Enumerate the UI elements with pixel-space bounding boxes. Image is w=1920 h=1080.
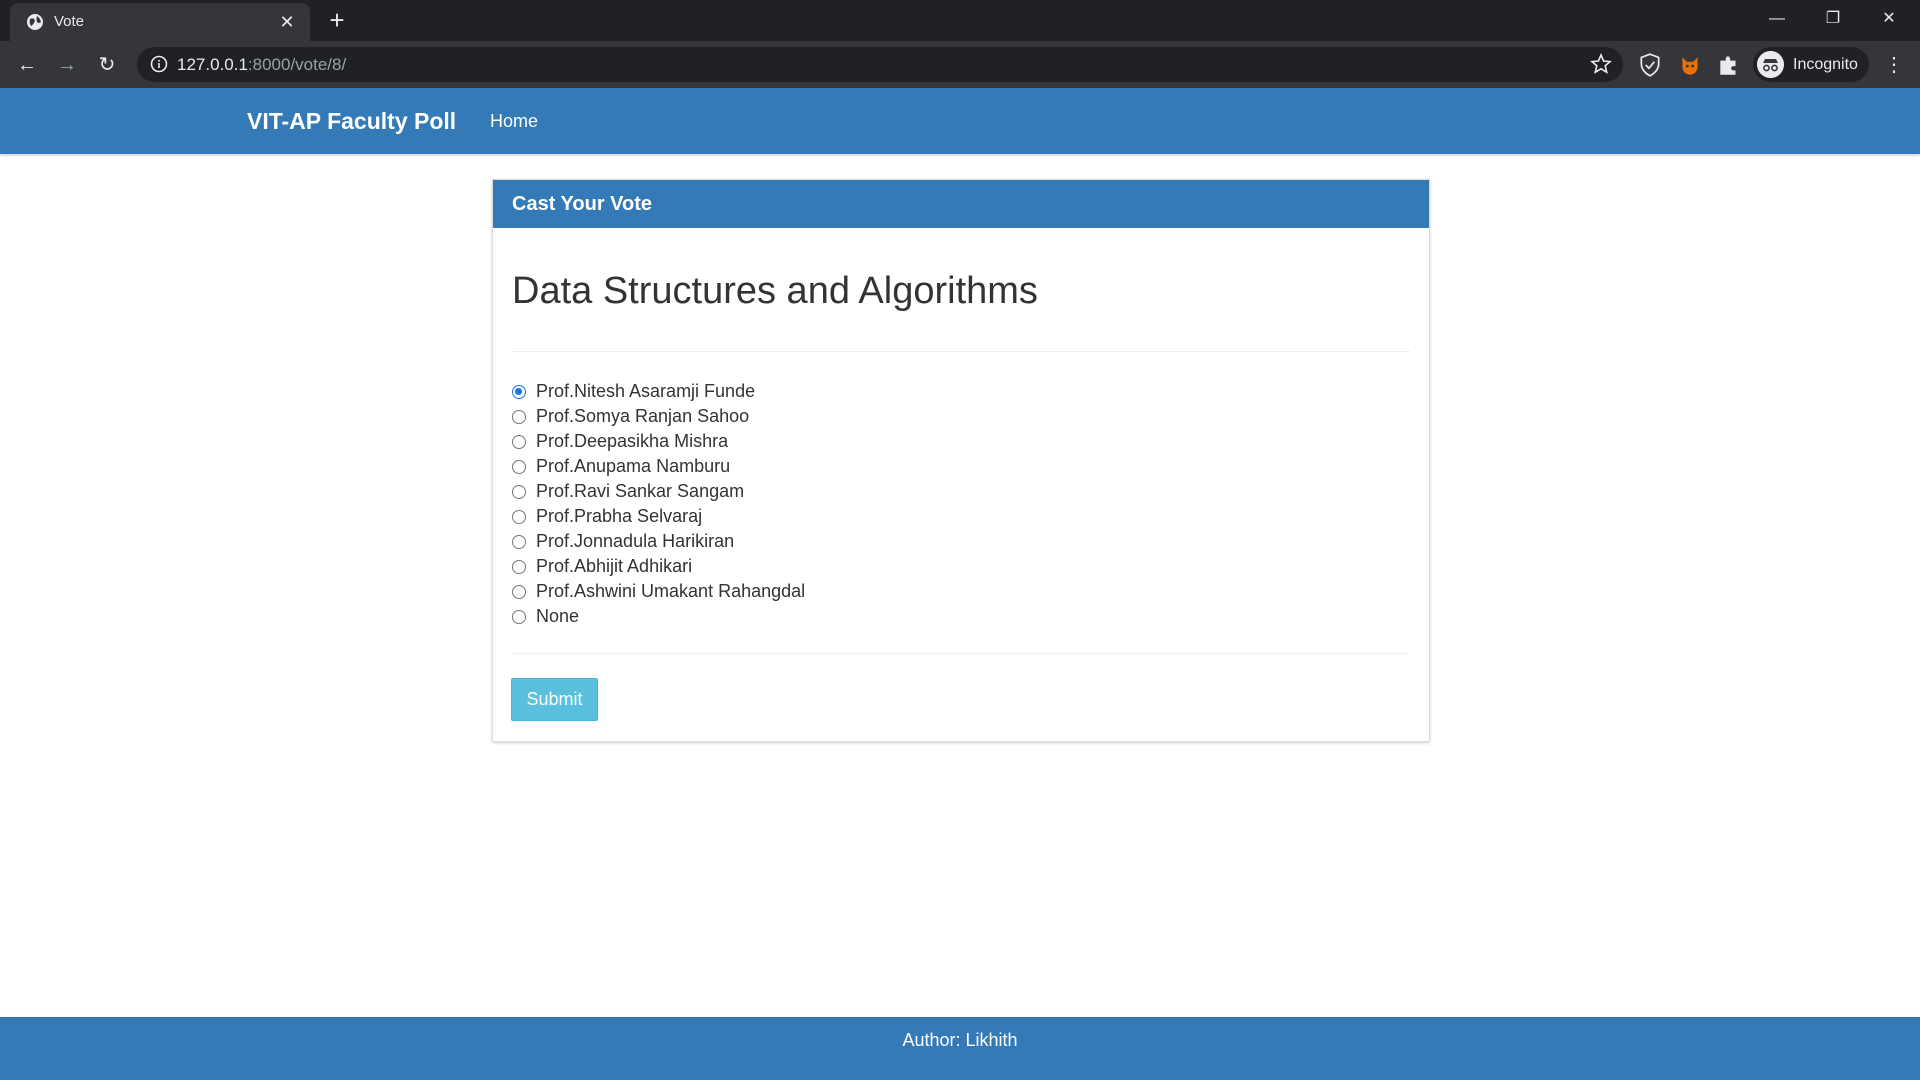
choice-radio[interactable]: [512, 409, 526, 424]
address-bar[interactable]: 127.0.0.1:8000/vote/8/: [137, 47, 1623, 82]
bookmark-star-icon[interactable]: [1589, 52, 1613, 76]
incognito-icon: [1757, 51, 1784, 78]
browser-toolbar: ← → ↻ 127.0.0.1:8000/vote/8/ Incognito ⋮: [0, 41, 1920, 88]
profile-label: Incognito: [1793, 56, 1858, 73]
choice-radio[interactable]: [512, 509, 526, 524]
choice-label[interactable]: Prof.Ashwini Umakant Rahangdal: [536, 581, 805, 602]
back-icon[interactable]: ←: [13, 51, 41, 79]
choice-option[interactable]: Prof.Somya Ranjan Sahoo: [512, 404, 805, 429]
choice-option[interactable]: Prof.Abhijit Adhikari: [512, 554, 805, 579]
browser-menu-icon[interactable]: ⋮: [1880, 51, 1908, 79]
choice-label[interactable]: Prof.Jonnadula Harikiran: [536, 531, 734, 552]
choice-option[interactable]: Prof.Anupama Namburu: [512, 454, 805, 479]
url-host: 127.0.0.1: [177, 55, 248, 74]
panel-title: Cast Your Vote: [512, 193, 653, 215]
choice-radio[interactable]: [512, 584, 526, 599]
question-title: Data Structures and Algorithms: [512, 270, 1038, 312]
choice-label[interactable]: Prof.Nitesh Asaramji Funde: [536, 381, 755, 402]
submit-button[interactable]: Submit: [511, 678, 598, 721]
close-tab-icon[interactable]: ✕: [276, 11, 298, 33]
choice-radio[interactable]: [512, 384, 526, 399]
new-tab-icon[interactable]: +: [322, 6, 352, 36]
vote-panel: Cast Your Vote Data Structures and Algor…: [492, 179, 1430, 742]
choice-radio[interactable]: [512, 534, 526, 549]
browser-tab-strip: Vote ✕ + — ❐ ✕: [0, 0, 1920, 41]
fox-extension-icon[interactable]: [1677, 52, 1703, 78]
choice-radio[interactable]: [512, 559, 526, 574]
choice-label[interactable]: Prof.Somya Ranjan Sahoo: [536, 406, 749, 427]
restore-icon[interactable]: ❐: [1810, 4, 1856, 34]
choice-label[interactable]: Prof.Prabha Selvaraj: [536, 506, 702, 527]
incognito-profile-button[interactable]: Incognito: [1753, 47, 1869, 82]
nav-home-link[interactable]: Home: [490, 111, 538, 132]
footer-author: Author: Likhith: [902, 1030, 1018, 1050]
minimize-icon[interactable]: —: [1754, 4, 1800, 34]
reload-icon[interactable]: ↻: [93, 51, 121, 79]
site-brand[interactable]: VIT-AP Faculty Poll: [247, 108, 456, 135]
url-path: :8000/vote/8/: [247, 55, 347, 74]
url-text: 127.0.0.1:8000/vote/8/: [177, 55, 346, 75]
site-navbar: VIT-AP Faculty Poll Home: [0, 88, 1920, 154]
panel-heading: Cast Your Vote: [493, 180, 1429, 228]
choice-radio[interactable]: [512, 609, 526, 624]
choice-option[interactable]: Prof.Ravi Sankar Sangam: [512, 479, 805, 504]
close-window-icon[interactable]: ✕: [1866, 4, 1912, 34]
tab-title: Vote: [54, 13, 85, 30]
choice-label[interactable]: None: [536, 606, 579, 627]
shield-extension-icon[interactable]: [1637, 52, 1663, 78]
choice-option[interactable]: None: [512, 604, 805, 629]
choice-radio[interactable]: [512, 459, 526, 474]
choice-radio[interactable]: [512, 484, 526, 499]
site-footer: Author: Likhith: [0, 1017, 1920, 1080]
divider: [512, 351, 1410, 352]
browser-tab[interactable]: Vote ✕: [10, 3, 310, 41]
choice-option[interactable]: Prof.Ashwini Umakant Rahangdal: [512, 579, 805, 604]
globe-icon: [27, 14, 43, 30]
divider: [512, 653, 1410, 654]
choice-label[interactable]: Prof.Anupama Namburu: [536, 456, 730, 477]
info-icon[interactable]: [150, 55, 168, 73]
choice-label[interactable]: Prof.Deepasikha Mishra: [536, 431, 728, 452]
choice-label[interactable]: Prof.Ravi Sankar Sangam: [536, 481, 744, 502]
choice-radio[interactable]: [512, 434, 526, 449]
choice-list: Prof.Nitesh Asaramji Funde Prof.Somya Ra…: [512, 379, 805, 629]
choice-option[interactable]: Prof.Nitesh Asaramji Funde: [512, 379, 805, 404]
choice-option[interactable]: Prof.Jonnadula Harikiran: [512, 529, 805, 554]
forward-icon[interactable]: →: [53, 51, 81, 79]
choice-option[interactable]: Prof.Prabha Selvaraj: [512, 504, 805, 529]
extensions-puzzle-icon[interactable]: [1716, 52, 1742, 78]
choice-option[interactable]: Prof.Deepasikha Mishra: [512, 429, 805, 454]
choice-label[interactable]: Prof.Abhijit Adhikari: [536, 556, 692, 577]
